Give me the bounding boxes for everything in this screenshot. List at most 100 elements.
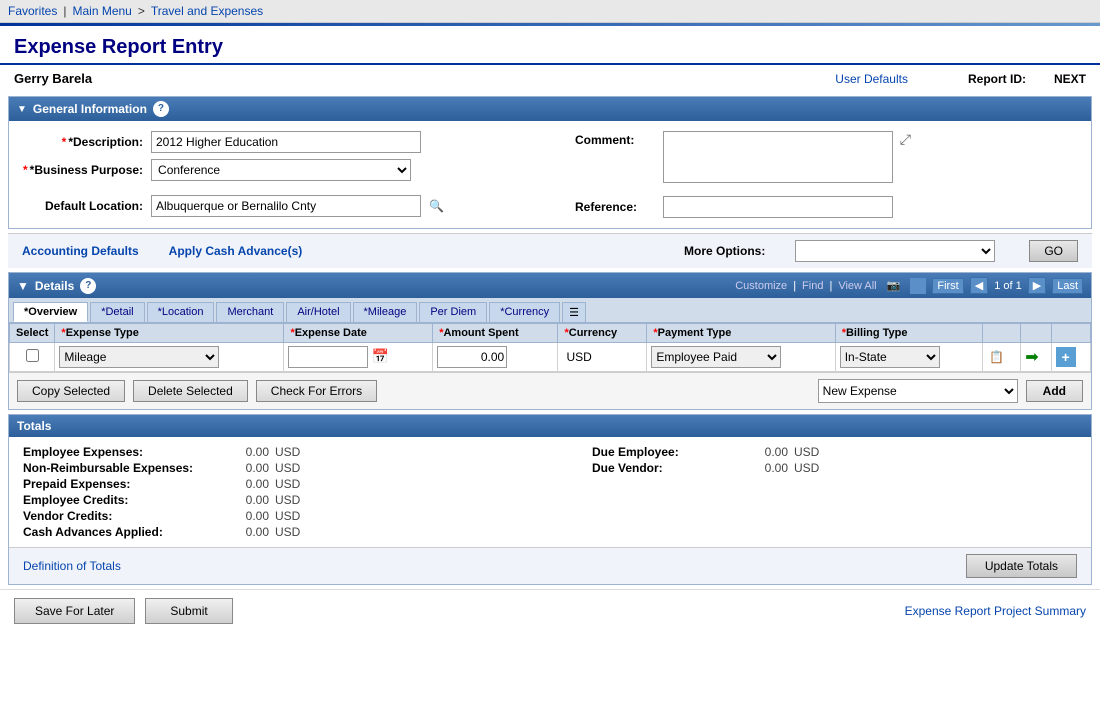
add-button[interactable]: Add bbox=[1026, 380, 1083, 402]
prepaid-amount: 0.00 bbox=[219, 477, 269, 491]
nav-main-menu[interactable]: Main Menu bbox=[72, 4, 131, 18]
cash-advances-amount: 0.00 bbox=[219, 525, 269, 539]
due-employee-label: Due Employee: bbox=[592, 445, 732, 459]
prepaid-label: Prepaid Expenses: bbox=[23, 477, 213, 491]
update-totals-button[interactable]: Update Totals bbox=[966, 554, 1077, 578]
employee-expenses-row: Employee Expenses: 0.00 USD bbox=[23, 445, 548, 459]
col-billing-type: *Billing Type bbox=[835, 324, 983, 343]
tab-location[interactable]: *Location bbox=[147, 302, 215, 322]
description-row: *Description: bbox=[23, 131, 545, 153]
top-navigation: Favorites | Main Menu > Travel and Expen… bbox=[0, 0, 1100, 23]
row-move-icon-cell: ➡ bbox=[1021, 343, 1051, 372]
details-collapse-icon[interactable]: ▼ bbox=[17, 279, 29, 293]
vendor-credits-row: Vendor Credits: 0.00 USD bbox=[23, 509, 548, 523]
expand-icon[interactable]: ⤢ bbox=[900, 131, 911, 148]
general-info-title: General Information bbox=[33, 102, 147, 116]
find-link[interactable]: Find bbox=[802, 280, 823, 292]
comment-textarea[interactable] bbox=[663, 131, 893, 183]
default-location-row: Default Location: 🔍 bbox=[23, 195, 545, 217]
next-btn[interactable]: ▶ bbox=[1028, 277, 1046, 294]
project-summary-link[interactable]: Expense Report Project Summary bbox=[905, 604, 1086, 618]
table-row: Mileage Air Travel Hotel Meals Other 📅 U… bbox=[10, 343, 1091, 372]
footer-links: Definition of Totals Update Totals bbox=[9, 547, 1091, 584]
general-info-body: *Description: *Business Purpose: Confere… bbox=[9, 121, 1091, 228]
check-errors-button[interactable]: Check For Errors bbox=[256, 380, 377, 402]
comment-label: Comment: bbox=[575, 133, 655, 147]
reference-label: Reference: bbox=[575, 200, 655, 214]
row-add-button[interactable]: + bbox=[1056, 347, 1076, 367]
nav-favorites[interactable]: Favorites bbox=[8, 4, 57, 18]
tab-mileage[interactable]: *Mileage bbox=[353, 302, 418, 322]
go-button[interactable]: GO bbox=[1029, 240, 1078, 262]
col-add bbox=[1051, 324, 1090, 343]
row-checkbox-cell bbox=[10, 343, 55, 372]
details-header: ▼ Details ? Customize | Find | View All … bbox=[9, 273, 1091, 298]
tab-overview[interactable]: *Overview bbox=[13, 302, 88, 322]
expense-date-input[interactable] bbox=[288, 346, 368, 368]
last-btn[interactable]: Last bbox=[1052, 278, 1083, 294]
save-for-later-button[interactable]: Save For Later bbox=[14, 598, 135, 624]
tab-airhotel[interactable]: Air/Hotel bbox=[286, 302, 350, 322]
user-defaults-link[interactable]: User Defaults bbox=[835, 72, 908, 86]
new-expense-select[interactable]: New Expense bbox=[818, 379, 1018, 403]
details-left: ▼ Details ? bbox=[17, 278, 96, 294]
row-detail-icon-cell: 📋 bbox=[983, 343, 1021, 372]
payment-type-select[interactable]: Employee Paid Company Card Direct Bill bbox=[651, 346, 781, 368]
due-vendor-currency: USD bbox=[794, 461, 819, 475]
user-name: Gerry Barela bbox=[14, 71, 815, 86]
reference-input[interactable] bbox=[663, 196, 893, 218]
row-move-icon[interactable]: ➡ bbox=[1025, 349, 1038, 366]
row-checkbox[interactable] bbox=[26, 349, 39, 362]
employee-credits-label: Employee Credits: bbox=[23, 493, 213, 507]
table-header-row: Select *Expense Type *Expense Date *Amou… bbox=[10, 324, 1091, 343]
col-actions bbox=[983, 324, 1021, 343]
details-table: Select *Expense Type *Expense Date *Amou… bbox=[9, 323, 1091, 372]
tab-merchant[interactable]: Merchant bbox=[216, 302, 284, 322]
employee-expenses-label: Employee Expenses: bbox=[23, 445, 213, 459]
view-all-link[interactable]: View All bbox=[838, 280, 876, 292]
accounting-row: Accounting Defaults Apply Cash Advance(s… bbox=[8, 233, 1092, 268]
row-detail-icon[interactable]: 📋 bbox=[987, 350, 1006, 364]
right-fields: Comment: ⤢ Reference: bbox=[555, 131, 1077, 218]
comment-row: Comment: ⤢ bbox=[575, 131, 1077, 186]
first-btn[interactable]: First bbox=[932, 278, 963, 294]
general-info-help-icon[interactable]: ? bbox=[153, 101, 169, 117]
collapse-icon[interactable]: ▼ bbox=[17, 104, 27, 115]
description-label: *Description: bbox=[23, 135, 143, 149]
employee-expenses-currency: USD bbox=[275, 445, 300, 459]
details-panel: ▼ Details ? Customize | Find | View All … bbox=[8, 272, 1092, 410]
expense-type-select[interactable]: Mileage Air Travel Hotel Meals Other bbox=[59, 346, 219, 368]
default-location-label: Default Location: bbox=[23, 199, 143, 213]
employee-expenses-amount: 0.00 bbox=[219, 445, 269, 459]
submit-button[interactable]: Submit bbox=[145, 598, 232, 624]
apply-cash-advance-link[interactable]: Apply Cash Advance(s) bbox=[169, 244, 303, 258]
amount-spent-input[interactable] bbox=[437, 346, 507, 368]
tab-currency[interactable]: *Currency bbox=[489, 302, 560, 322]
currency-display: USD bbox=[562, 350, 595, 364]
description-input[interactable] bbox=[151, 131, 421, 153]
copy-selected-button[interactable]: Copy Selected bbox=[17, 380, 125, 402]
due-vendor-row: Due Vendor: 0.00 USD bbox=[592, 461, 1077, 475]
more-options-select[interactable] bbox=[795, 240, 995, 262]
delete-selected-button[interactable]: Delete Selected bbox=[133, 380, 248, 402]
definition-of-totals-link[interactable]: Definition of Totals bbox=[23, 559, 121, 573]
calendar-icon[interactable]: 📅 bbox=[372, 348, 389, 364]
col-payment-type: *Payment Type bbox=[647, 324, 835, 343]
cash-advances-currency: USD bbox=[275, 525, 300, 539]
totals-header: Totals bbox=[9, 415, 1091, 437]
prev-btn[interactable]: ◀ bbox=[970, 277, 988, 294]
report-id-value: NEXT bbox=[1054, 72, 1086, 86]
location-search-icon[interactable]: 🔍 bbox=[429, 199, 444, 213]
business-purpose-select[interactable]: Conference Training Meeting Other bbox=[151, 159, 411, 181]
default-location-input[interactable] bbox=[151, 195, 421, 217]
grid-view-icon[interactable] bbox=[910, 278, 926, 294]
details-help-icon[interactable]: ? bbox=[80, 278, 96, 294]
tab-extra[interactable]: ☰ bbox=[562, 302, 586, 322]
customize-link[interactable]: Customize bbox=[735, 280, 787, 292]
billing-type-select[interactable]: In-State Out-of-State International bbox=[840, 346, 940, 368]
tab-per-diem[interactable]: Per Diem bbox=[419, 302, 487, 322]
nav-travel[interactable]: Travel and Expenses bbox=[151, 4, 263, 18]
accounting-defaults-link[interactable]: Accounting Defaults bbox=[22, 244, 139, 258]
reference-row: Reference: bbox=[575, 196, 1077, 218]
tab-detail[interactable]: *Detail bbox=[90, 302, 144, 322]
